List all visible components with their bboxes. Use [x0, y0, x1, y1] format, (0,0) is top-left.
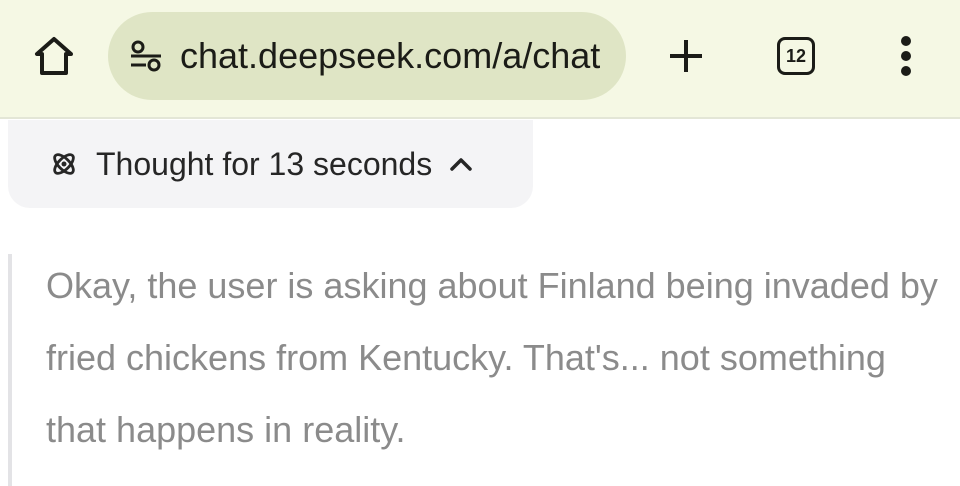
browser-toolbar: chat.deepseek.com/a/chat 12	[0, 0, 960, 119]
new-tab-button[interactable]	[660, 30, 712, 82]
thought-label: Thought for 13 seconds	[96, 145, 433, 182]
home-button[interactable]	[28, 30, 80, 82]
atom-icon	[48, 148, 80, 180]
home-icon	[35, 37, 73, 75]
tune-icon[interactable]	[126, 36, 166, 76]
tab-switcher-button[interactable]: 12	[770, 30, 822, 82]
more-vert-icon	[901, 36, 911, 76]
reasoning-text: Okay, the user is asking about Finland b…	[46, 265, 938, 450]
tab-switcher-icon: 12	[777, 37, 815, 75]
url-text[interactable]: chat.deepseek.com/a/chat	[180, 35, 626, 77]
tab-count: 12	[785, 45, 807, 66]
chevron-up-icon	[446, 149, 476, 179]
plus-icon	[670, 40, 702, 72]
thought-toggle[interactable]: Thought for 13 seconds	[8, 120, 533, 208]
menu-button[interactable]	[880, 30, 932, 82]
reasoning-block: Okay, the user is asking about Finland b…	[8, 254, 948, 486]
address-bar[interactable]: chat.deepseek.com/a/chat	[108, 12, 626, 100]
